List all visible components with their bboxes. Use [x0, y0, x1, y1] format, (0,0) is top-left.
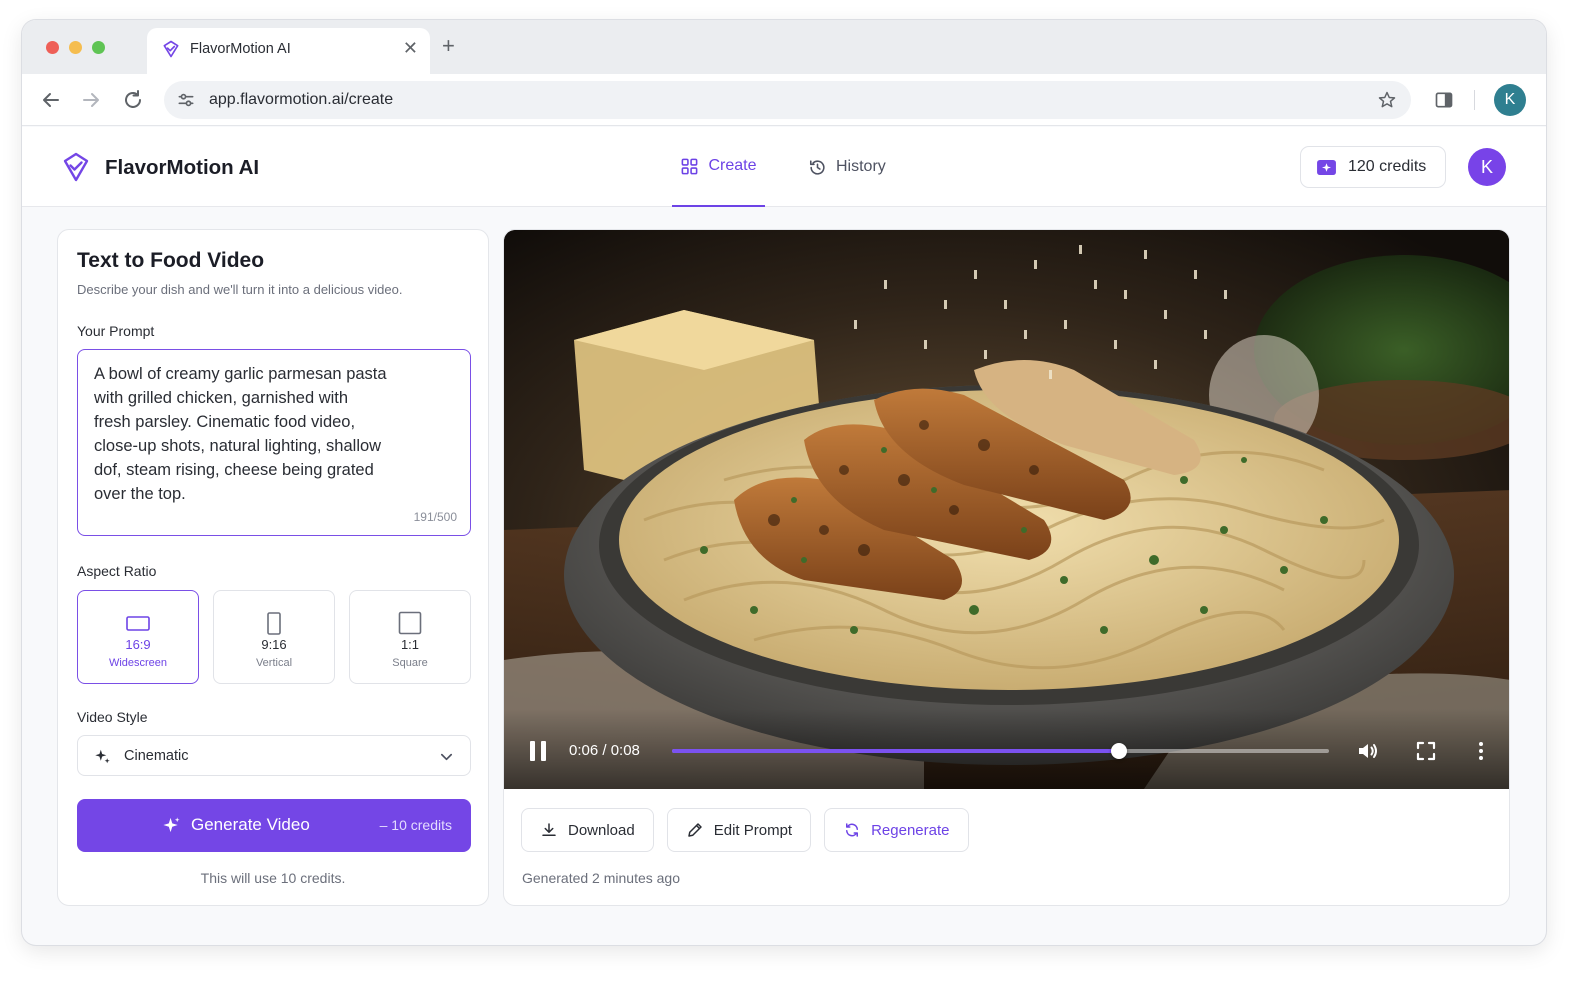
browser-toolbar: app.flavormotion.ai/create K	[22, 74, 1546, 126]
square-icon	[398, 611, 422, 635]
tab-bar: FlavorMotion AI ✕ +	[22, 20, 1546, 74]
minimize-window-button[interactable]	[69, 41, 82, 54]
download-label: Download	[568, 821, 635, 839]
edit-prompt-label: Edit Prompt	[713, 821, 793, 839]
aspect-ratio-label: Aspect Ratio	[77, 563, 157, 579]
back-arrow-icon[interactable]	[39, 88, 63, 112]
video-player[interactable]: 0:06 / 0:08	[504, 230, 1509, 789]
side-panel-icon[interactable]	[1434, 90, 1454, 110]
tab-create-label: Create	[708, 157, 757, 174]
video-style-label: Video Style	[77, 709, 148, 725]
tab-history[interactable]: History	[808, 127, 886, 207]
history-clock-icon	[809, 159, 825, 175]
panel-subtitle: Describe your dish and we'll turn it int…	[77, 282, 403, 297]
reload-icon[interactable]	[121, 88, 145, 112]
progress-bar[interactable]	[672, 743, 1329, 759]
generate-cost: – 10 credits	[379, 817, 452, 833]
fullscreen-icon[interactable]	[1414, 739, 1438, 763]
credits-count: 120 credits	[1348, 158, 1427, 175]
prompt-label: Your Prompt	[77, 323, 155, 339]
sparkle-icon	[163, 817, 180, 833]
aspect-ratio-name: Square	[392, 657, 428, 669]
user-avatar[interactable]: K	[1468, 148, 1506, 186]
progress-fill	[672, 749, 1119, 753]
prompt-textarea[interactable]: A bowl of creamy garlic parmesan pasta w…	[77, 349, 471, 536]
brand-name: FlavorMotion AI	[105, 156, 260, 179]
browser-window: FlavorMotion AI ✕ + app.flavormotion.ai/…	[22, 20, 1546, 945]
address-bar[interactable]: app.flavormotion.ai/create	[164, 81, 1411, 119]
vertical-icon	[267, 612, 281, 635]
more-options-icon[interactable]	[1469, 739, 1493, 763]
video-style-value: Cinematic	[124, 748, 189, 764]
aspect-ratio-value: 1:1	[400, 637, 420, 652]
url-text: app.flavormotion.ai/create	[209, 91, 394, 108]
refresh-icon	[846, 823, 859, 837]
prompt-text: A bowl of creamy garlic parmesan pasta w…	[94, 365, 387, 503]
aspect-option-vertical[interactable]: 9:16 Vertical	[213, 590, 335, 684]
generated-timestamp: Generated 2 minutes ago	[522, 870, 680, 886]
widescreen-icon	[126, 616, 150, 631]
aspect-option-widescreen[interactable]: 16:9 Widescreen	[77, 590, 199, 684]
tab-title: FlavorMotion AI	[190, 41, 291, 57]
download-button[interactable]: Download	[521, 808, 654, 852]
edit-prompt-button[interactable]: Edit Prompt	[666, 808, 812, 852]
video-result-panel: 0:06 / 0:08 Download Edit Prompt Regener…	[503, 229, 1510, 906]
chevron-down-icon	[440, 753, 453, 761]
video-actions: Download Edit Prompt Regenerate	[521, 808, 969, 852]
tab-create[interactable]: Create	[672, 127, 765, 207]
aspect-option-square[interactable]: 1:1 Square	[349, 590, 471, 684]
app-header: FlavorMotion AI Create History 120 credi…	[22, 127, 1546, 207]
aspect-ratio-value: 16:9	[125, 637, 151, 652]
forward-arrow-icon[interactable]	[79, 88, 103, 112]
panel-title: Text to Food Video	[77, 249, 265, 272]
volume-icon[interactable]	[1356, 739, 1380, 763]
aspect-ratio-value: 9:16	[261, 637, 287, 652]
close-window-button[interactable]	[46, 41, 59, 54]
credit-usage-note: This will use 10 credits.	[200, 870, 346, 886]
aspect-ratio-name: Widescreen	[108, 657, 168, 669]
browser-profile-avatar[interactable]: K	[1494, 84, 1526, 116]
tab-close-icon[interactable]: ✕	[403, 38, 418, 58]
sparkle-icon	[95, 749, 110, 764]
pasta-video-frame	[504, 230, 1509, 789]
pencil-icon	[687, 823, 702, 837]
regenerate-button[interactable]: Regenerate	[824, 808, 969, 852]
create-form-panel: Text to Food Video Describe your dish an…	[57, 229, 489, 906]
flavormotion-logo-icon[interactable]	[60, 151, 92, 183]
regenerate-label: Regenerate	[871, 821, 950, 839]
progress-handle[interactable]	[1110, 743, 1127, 759]
generate-video-label: Generate Video	[191, 815, 310, 834]
pause-icon[interactable]	[528, 740, 548, 762]
tab-history-label: History	[836, 158, 886, 175]
aspect-ratio-name: Vertical	[255, 657, 293, 669]
flavormotion-logo-icon	[163, 40, 179, 58]
maximize-window-button[interactable]	[92, 41, 105, 54]
player-controls: 0:06 / 0:08	[504, 709, 1509, 789]
prompt-char-count: 191/500	[413, 510, 457, 524]
toolbar-divider	[1474, 90, 1475, 110]
browser-tab[interactable]: FlavorMotion AI ✕	[147, 28, 430, 74]
video-style-select[interactable]: Cinematic	[77, 735, 471, 776]
credits-icon	[1317, 159, 1336, 175]
credits-badge[interactable]: 120 credits	[1300, 146, 1446, 188]
new-tab-button[interactable]: +	[442, 34, 455, 58]
grid-icon	[682, 158, 698, 174]
playback-time: 0:06 / 0:08	[569, 742, 640, 759]
bookmark-star-icon[interactable]	[1377, 90, 1397, 110]
download-icon	[542, 823, 556, 836]
generate-video-button[interactable]: Generate Video – 10 credits	[77, 799, 471, 852]
site-settings-icon[interactable]	[176, 90, 196, 110]
